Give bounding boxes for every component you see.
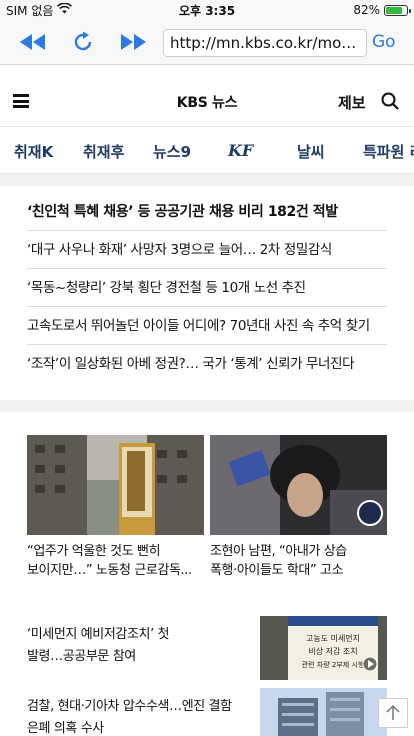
news-photo-labor-office[interactable] xyxy=(27,435,204,535)
fast-forward-icon xyxy=(121,34,146,50)
headline-item[interactable]: 고속도로서 뛰어놀던 아이들 어디에? 70년대 사진 속 추억 찾기 xyxy=(27,307,387,345)
thumb-sign-text: 고농도 미세먼지 xyxy=(306,633,360,643)
forward-button[interactable] xyxy=(108,20,158,65)
rewind-icon xyxy=(20,34,45,50)
wifi-icon xyxy=(57,2,73,17)
news-photo-cho-hyun-ah[interactable] xyxy=(210,435,387,535)
caption-line: “업주가 억울한 것도 뻔히 xyxy=(27,544,161,559)
arrow-up-icon xyxy=(386,705,400,720)
status-right: 82% xyxy=(353,3,411,17)
headline-item[interactable]: ‘대구 사우나 화재’ 사망자 3명으로 늘어… 2차 정밀감식 xyxy=(27,231,387,269)
browser-toolbar: http://mn.kbs.co.kr/mobile/... Go xyxy=(0,20,414,65)
news-photo-fine-dust-sign[interactable]: 고농도 미세먼지 비상 저감 조치 관련 차량 2부제 시행 xyxy=(260,616,387,680)
tab-kf[interactable]: KF xyxy=(228,141,253,160)
tab-chwijae-hu[interactable]: 취재후 xyxy=(83,141,124,162)
thumb-sign-text: 비상 저감 조치 xyxy=(308,646,357,656)
thumb-sign-text: 관련 차량 2부제 시행 xyxy=(302,660,365,669)
tab-weather[interactable]: 날씨 xyxy=(297,141,325,162)
list-line: 발령…공공부문 참여 xyxy=(27,649,136,664)
photo-card[interactable]: “업주가 억울한 것도 뻔히 보이지만…” 노동청 근로감독... xyxy=(27,435,204,580)
back-button[interactable] xyxy=(8,20,58,65)
photo-card-caption[interactable]: 조현아 남편, “아내가 상습 폭행·아이들도 학대” 고소 xyxy=(210,542,387,580)
photo-card[interactable]: 조현아 남편, “아내가 상습 폭행·아이들도 학대” 고소 xyxy=(210,435,387,580)
reload-button[interactable] xyxy=(58,20,108,65)
list-line: ‘미세먼지 예비저감조치’ 첫 xyxy=(27,627,170,642)
photo-card-caption[interactable]: “업주가 억울한 것도 뻔히 보이지만…” 노동청 근로감독... xyxy=(27,542,204,580)
tip-link[interactable]: 제보 xyxy=(338,92,366,113)
url-field[interactable]: http://mn.kbs.co.kr/mobile/... xyxy=(163,29,367,57)
battery-percent: 82% xyxy=(353,3,380,17)
headline-list: ‘친인척 특혜 채용’ 등 공공기관 채용 비리 182건 적발 ‘대구 사우나… xyxy=(27,186,387,383)
scroll-to-top-button[interactable] xyxy=(378,698,408,728)
reload-icon xyxy=(74,31,92,51)
tab-correspondent[interactable]: 특파원 리 xyxy=(363,141,414,162)
list-item-title[interactable]: 검찰, 현대·기아차 압수수색…엔진 결함 은폐 의혹 수사 xyxy=(27,696,242,736)
battery-icon xyxy=(384,4,411,16)
tab-chwijae-k[interactable]: 취재K xyxy=(14,141,53,162)
caption-line: 보이지만…” 노동청 근로감독... xyxy=(27,563,192,578)
category-nav: 취재K 취재후 뉴스9 KF 날씨 특파원 리 xyxy=(0,126,414,174)
news-photo-hyundai-building[interactable] xyxy=(260,688,387,736)
headline-item[interactable]: ‘조작’이 일상화된 아베 정권?… 국가 ‘통계’ 신뢰가 무너진다 xyxy=(27,345,387,383)
list-line: 은폐 의혹 수사 xyxy=(27,721,104,736)
caption-line: 폭행·아이들도 학대” 고소 xyxy=(210,563,344,578)
top-headline[interactable]: ‘친인척 특혜 채용’ 등 공공기관 채용 비리 182건 적발 xyxy=(27,186,387,231)
go-button[interactable]: Go xyxy=(372,32,396,52)
list-line: 검찰, 현대·기아차 압수수색…엔진 결함 xyxy=(27,699,232,714)
section-divider xyxy=(0,174,414,186)
caption-line: 조현아 남편, “아내가 상습 xyxy=(210,544,347,559)
search-icon[interactable] xyxy=(381,92,399,114)
battery-fill xyxy=(386,6,403,14)
carrier-label: SIM 없음 xyxy=(6,3,54,18)
status-bar: SIM 없음 오후 3:35 82% xyxy=(0,0,414,20)
list-item-title[interactable]: ‘미세먼지 예비저감조치’ 첫 발령…공공부문 참여 xyxy=(27,624,242,668)
status-left: SIM 없음 xyxy=(6,2,73,19)
tab-news9[interactable]: 뉴스9 xyxy=(153,141,191,162)
section-divider xyxy=(0,400,414,412)
headline-item[interactable]: ‘목동~청량리’ 강북 횡단 경전철 등 10개 노선 추진 xyxy=(27,269,387,307)
site-header: KBS 뉴스 제보 xyxy=(0,84,414,120)
